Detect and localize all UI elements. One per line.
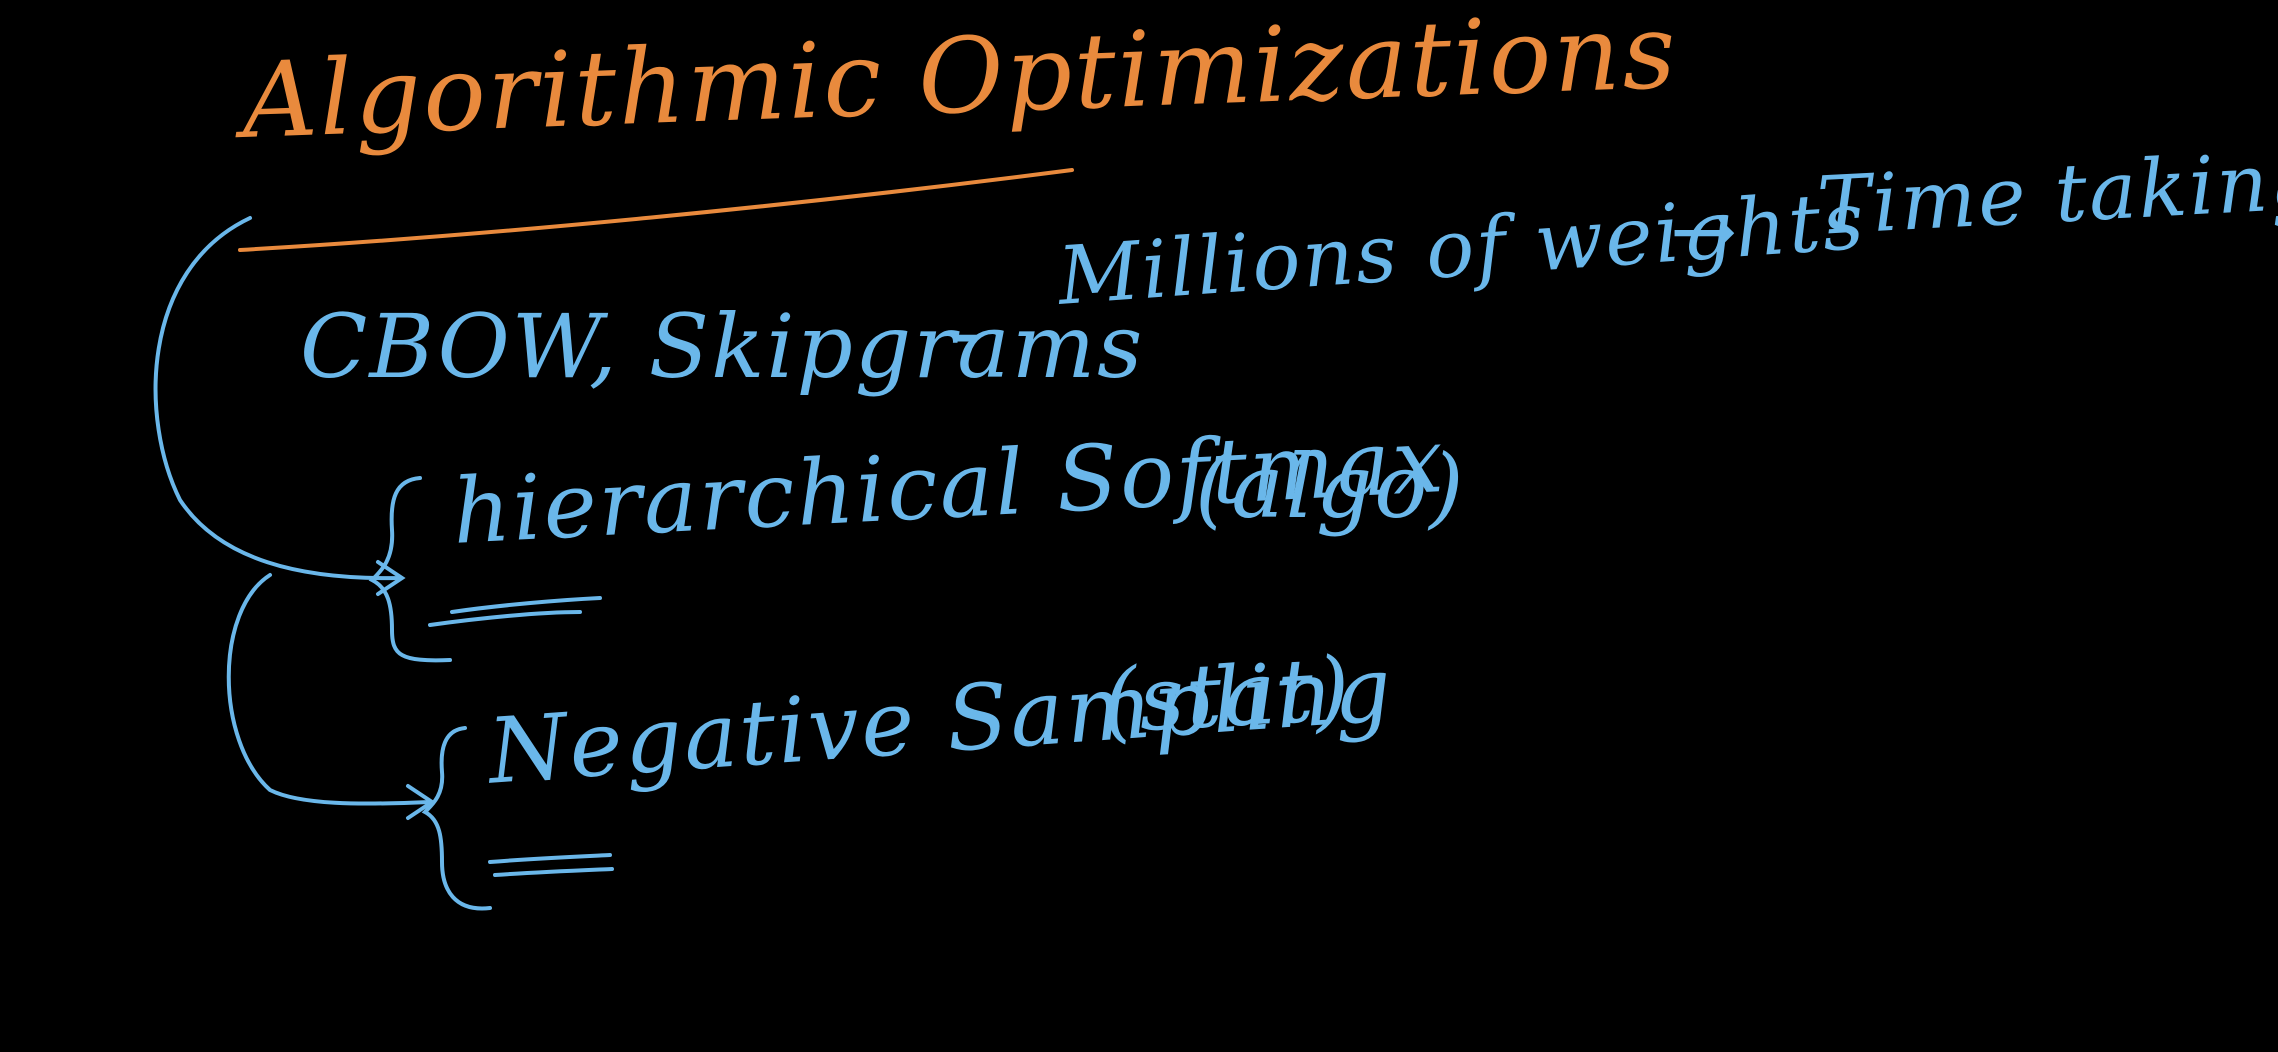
line1-models: CBOW, Skipgrams	[300, 295, 1145, 398]
underline-hierarchical-2	[428, 610, 582, 627]
whiteboard-canvas: Algorithmic Optimizations CBOW, Skipgram…	[0, 0, 2278, 1052]
line1-dash: -	[950, 280, 982, 383]
method-negative-tag: (stat)	[1100, 636, 1355, 753]
connector-arrow-negative	[226, 573, 432, 806]
underline-negative-2	[493, 867, 614, 877]
brace-negative-icon	[421, 726, 492, 911]
heading-underline	[238, 168, 1074, 252]
arrow-icon: →	[1670, 185, 1740, 278]
method-hierarchical-tag: (algo)	[1195, 435, 1466, 538]
connector-arrow-hierarchical	[153, 216, 402, 581]
brace-hierarchical-icon	[368, 476, 452, 663]
underline-negative-1	[488, 853, 612, 864]
underline-hierarchical-1	[450, 596, 602, 614]
